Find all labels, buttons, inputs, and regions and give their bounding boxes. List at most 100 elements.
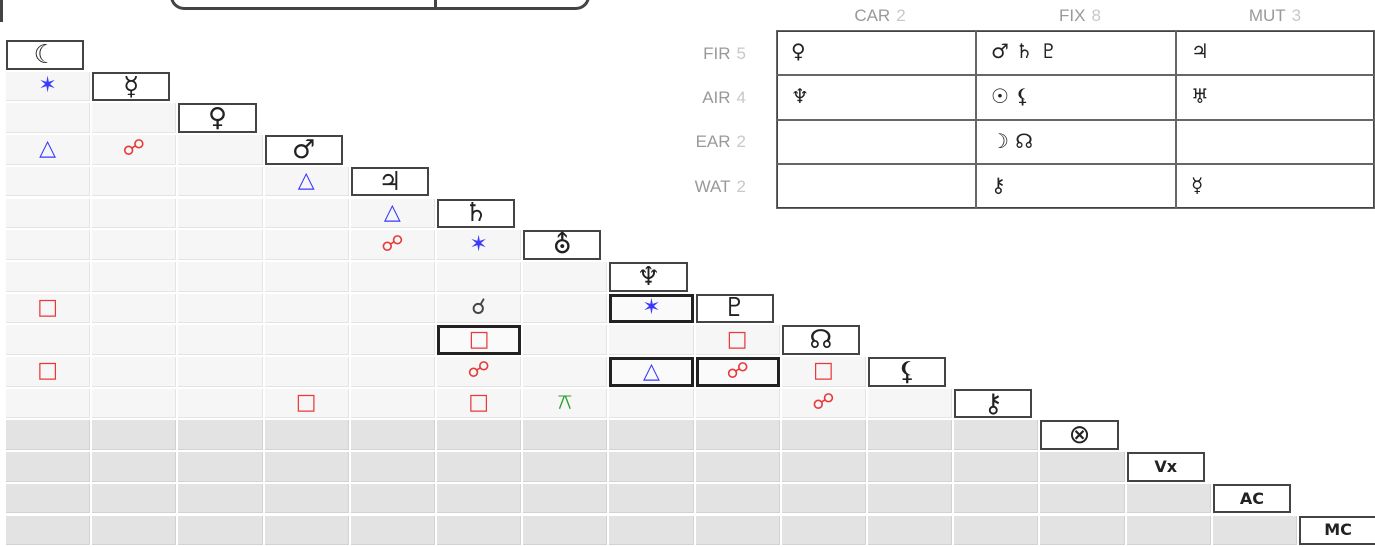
square-icon: □ — [468, 327, 490, 353]
cell-earth-mutable — [1176, 120, 1375, 164]
aspect-cell-lilith-moon: □ — [6, 357, 91, 387]
aspect-cell-midheaven-node — [781, 515, 866, 546]
aspect-cell-lilith-mercury — [92, 357, 177, 387]
aspect-cell-node-mars — [264, 325, 349, 355]
aspect-cell-fortune-jupiter — [350, 420, 435, 451]
aspect-cell-mars-moon: △ — [6, 135, 91, 165]
mars-icon: ♂ — [264, 135, 343, 165]
aspect-cell-node-mercury — [92, 325, 177, 355]
aspect-cell-chiron-venus — [178, 388, 263, 419]
aspect-cell-ascendant-neptune — [609, 483, 694, 514]
aspect-cell-vertex-fortune — [1040, 452, 1125, 482]
pluto-icon: ♇ — [695, 293, 774, 324]
aspect-cell-fortune-moon — [6, 420, 91, 451]
aspect-cell-pluto-mars — [264, 293, 349, 324]
aspect-cell-neptune-mercury — [92, 261, 177, 292]
aspect-cell-midheaven-uranus — [523, 515, 608, 546]
chart-wheel-divider — [434, 0, 437, 10]
aspect-cell-lilith-uranus — [523, 357, 608, 387]
aspect-cell-uranus-saturn: ✶ — [437, 230, 522, 260]
aspect-cell-ascendant-vertex — [1126, 483, 1211, 514]
aspect-cell-vertex-saturn — [437, 452, 522, 482]
trine-icon: △ — [383, 199, 401, 225]
aspect-cell-midheaven-fortune — [1040, 515, 1125, 546]
aspect-cell-saturn-moon — [6, 198, 91, 229]
aspect-cell-node-venus — [178, 325, 263, 355]
aspect-cell-midheaven-vertex — [1126, 515, 1211, 546]
aspect-cell-pluto-moon: □ — [6, 293, 91, 324]
aspect-cell-midheaven-jupiter — [350, 515, 435, 546]
aspect-cell-ascendant-chiron — [954, 483, 1039, 514]
cell-air-mutable: ♅ — [1176, 75, 1375, 120]
row-label-earth: EAR 2 — [695, 132, 746, 151]
aspect-cell-chiron-pluto — [695, 388, 780, 419]
aspect-cell-lilith-venus — [178, 357, 263, 387]
aspect-cell-midheaven-moon — [6, 515, 91, 546]
opposition-icon: ☍ — [122, 136, 145, 162]
chart-wheel-arc — [170, 0, 590, 10]
conjunction-icon: ☌ — [471, 294, 486, 320]
square-icon: □ — [468, 390, 489, 416]
aspect-cell-lilith-pluto: ☍ — [695, 357, 780, 387]
aspect-cell-mars-mercury: ☍ — [92, 135, 177, 165]
aspect-cell-fortune-neptune — [609, 420, 694, 451]
aspect-cell-midheaven-chiron — [954, 515, 1039, 546]
mercury-icon: ☿ — [92, 71, 171, 102]
row-label-water: WAT 2 — [694, 177, 746, 196]
opposition-icon: ☍ — [381, 231, 404, 257]
aspect-cell-fortune-pluto — [695, 420, 780, 451]
aspect-cell-uranus-moon — [6, 230, 91, 260]
moon-icon: ☾ — [6, 40, 85, 70]
cell-air-fixed: ☉ ⚸ — [976, 75, 1176, 120]
aspect-cell-node-neptune — [609, 325, 694, 355]
column-header-cardinal: CAR 2 — [854, 6, 906, 25]
aspect-cell-uranus-jupiter: ☍ — [350, 230, 435, 260]
aspect-cell-pluto-jupiter — [350, 293, 435, 324]
aspect-cell-ascendant-venus — [178, 483, 263, 514]
square-icon: □ — [37, 294, 58, 320]
aspect-cell-jupiter-mars: △ — [264, 166, 349, 197]
aspect-cell-fortune-lilith — [868, 420, 953, 451]
aspect-cell-neptune-jupiter — [350, 261, 435, 292]
aspect-cell-vertex-chiron — [954, 452, 1039, 482]
cell-fire-cardinal: ♀ — [776, 30, 976, 75]
chiron-icon: ⚷ — [954, 388, 1033, 419]
aspect-cell-vertex-venus — [178, 452, 263, 482]
aspect-cell-chiron-saturn: □ — [437, 388, 522, 419]
aspect-cell-chiron-uranus: ⚻ — [523, 388, 608, 419]
cell-earth-cardinal — [776, 120, 976, 164]
aspect-cell-saturn-mercury — [92, 198, 177, 229]
aspect-cell-lilith-mars — [264, 357, 349, 387]
aspect-cell-jupiter-venus — [178, 166, 263, 197]
vertex-icon: Vx — [1126, 452, 1205, 482]
aspect-cell-vertex-mars — [264, 452, 349, 482]
aspect-cell-pluto-saturn: ☌ — [437, 293, 522, 324]
opposition-icon: ☍ — [726, 358, 749, 384]
aspect-cell-saturn-venus — [178, 198, 263, 229]
cell-earth-fixed: ☽ ☊ — [976, 120, 1176, 164]
aspect-cell-chiron-mercury — [92, 388, 177, 419]
aspect-cell-venus-moon — [6, 103, 91, 134]
aspect-cell-neptune-moon — [6, 261, 91, 292]
aspect-cell-lilith-saturn: ☍ — [437, 357, 522, 387]
aspect-cell-node-jupiter — [350, 325, 435, 355]
sextile-icon: ✶ — [38, 73, 57, 99]
aspect-cell-node-uranus — [523, 325, 608, 355]
aspect-cell-ascendant-lilith — [868, 483, 953, 514]
aspect-cell-lilith-neptune: △ — [609, 357, 694, 387]
opposition-icon: ☍ — [467, 358, 490, 384]
aspect-cell-midheaven-mercury — [92, 515, 177, 546]
trine-icon: △ — [39, 136, 57, 162]
aspect-chart-page: ☾ ✶ ☿ ♀ △ ☍ ♂ △ ♃ △ ♄ ☍ ✶ ⛢ ♆ □ ☌ ✶ ♇ □ □ ☊ □ ☍ △ ☍ □ ⚸ □ □ ⚻ ☍ ⚷ ⊗ Vx AC MC… — [0, 0, 1375, 547]
aspect-cell-chiron-neptune — [609, 388, 694, 419]
aspect-cell-chiron-mars: □ — [264, 388, 349, 419]
aspect-cell-ascendant-uranus — [523, 483, 608, 514]
aspect-cell-midheaven-pluto — [695, 515, 780, 546]
aspect-cell-vertex-pluto — [695, 452, 780, 482]
aspect-cell-saturn-mars — [264, 198, 349, 229]
row-label-air: AIR 4 — [702, 88, 746, 107]
cell-fire-mutable: ♃ — [1176, 30, 1375, 75]
aspect-cell-neptune-mars — [264, 261, 349, 292]
aspect-cell-neptune-saturn — [437, 261, 522, 292]
aspect-cell-midheaven-neptune — [609, 515, 694, 546]
